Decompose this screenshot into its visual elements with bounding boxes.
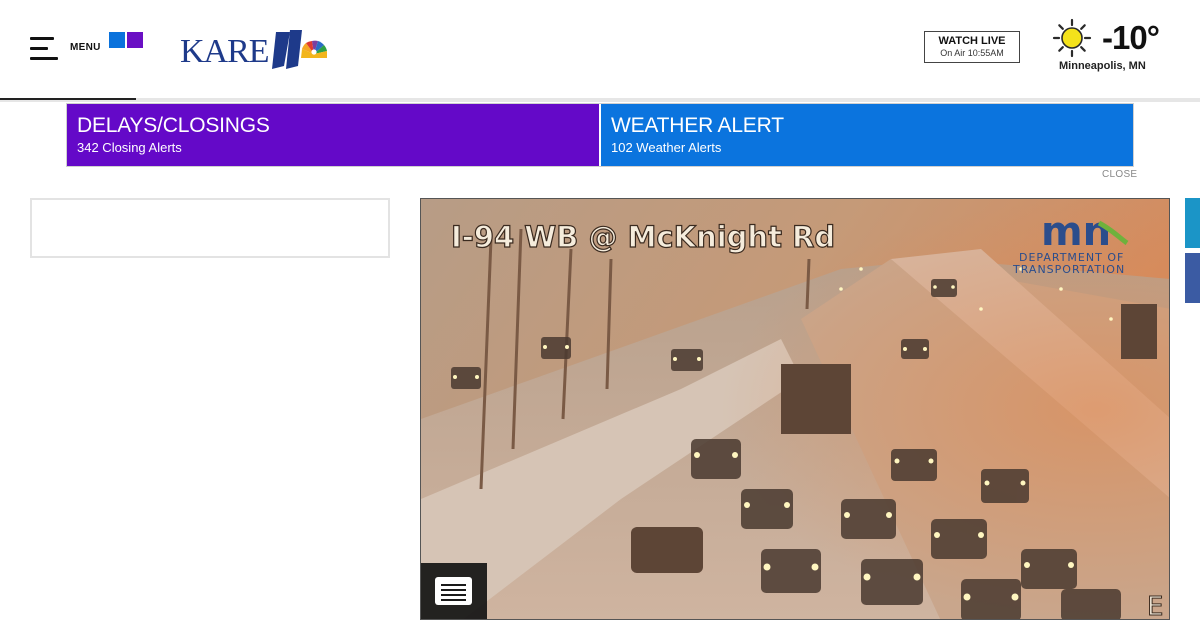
weather-alert-title: WEATHER ALERT	[611, 114, 784, 137]
logo-eleven-mark	[272, 30, 327, 69]
watch-live-button[interactable]: WATCH LIVE On Air 10:55AM	[924, 31, 1020, 63]
watch-live-title: WATCH LIVE	[938, 35, 1006, 47]
camera-corner-letter: E	[1147, 592, 1163, 620]
close-alerts-button[interactable]: CLOSE	[1102, 169, 1137, 180]
temperature: -10°	[1102, 19, 1160, 56]
camera-location-text: I-94 WB @ McKnight Rd	[451, 220, 835, 254]
weather-location: Minneapolis, MN	[1059, 60, 1146, 72]
delays-closings-alert[interactable]: DELAYS/CLOSINGS 342 Closing Alerts	[67, 104, 599, 166]
mndot-line2: TRANSPORTATION	[1012, 263, 1125, 276]
brand-tiles-icon	[109, 32, 143, 48]
twitter-share-button[interactable]	[1185, 198, 1200, 248]
kare11-logo[interactable]: KARE	[180, 28, 332, 72]
hamburger-menu-icon[interactable]	[30, 37, 58, 61]
delays-title: DELAYS/CLOSINGS	[77, 114, 270, 137]
closed-captions-icon	[435, 577, 472, 605]
watch-live-subtitle: On Air 10:55AM	[940, 48, 1004, 58]
weather-widget[interactable]: -10° Minneapolis, MN	[1052, 18, 1182, 76]
menu-label[interactable]: MENU	[70, 42, 101, 53]
weather-alert[interactable]: WEATHER ALERT 102 Weather Alerts	[601, 104, 1133, 166]
sun-icon	[1052, 18, 1092, 58]
page: MENU KARE WATCH LIVE On Air 10:55AM -10°…	[0, 0, 1200, 630]
sidebar-placeholder-box	[30, 198, 390, 258]
peacock-icon	[301, 40, 327, 58]
traffic-camera-image[interactable]: I-94 WB @ McKnight Rd mn DEPARTMENT OF T…	[420, 198, 1170, 620]
traffic-scene: I-94 WB @ McKnight Rd mn DEPARTMENT OF T…	[421, 199, 1169, 620]
site-header: MENU KARE WATCH LIVE On Air 10:55AM -10°…	[0, 0, 1200, 98]
mndot-logo-mark: mn	[1041, 209, 1111, 255]
facebook-share-button[interactable]	[1185, 253, 1200, 303]
delays-count: 342 Closing Alerts	[77, 140, 182, 155]
header-divider	[0, 98, 1200, 102]
alert-bar: DELAYS/CLOSINGS 342 Closing Alerts WEATH…	[66, 103, 1134, 167]
header-active-indicator	[0, 98, 136, 100]
closed-captions-button[interactable]	[421, 563, 487, 619]
weather-alert-count: 102 Weather Alerts	[611, 140, 722, 155]
